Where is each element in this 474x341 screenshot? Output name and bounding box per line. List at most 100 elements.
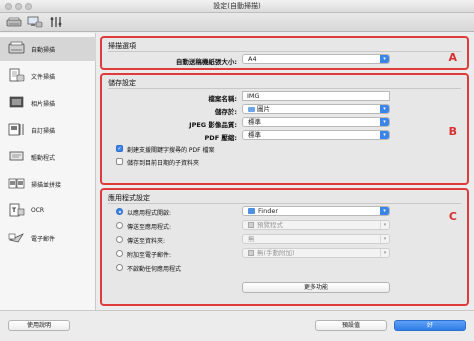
send-to-folder-radio[interactable]	[116, 236, 123, 243]
sidebar-item-photo-scan[interactable]: 相片掃描	[0, 91, 96, 115]
scan-stitch-icon	[8, 176, 25, 191]
annotation-letter-b: B	[448, 125, 457, 138]
sidebar-item-label: OCR	[31, 207, 45, 214]
sidebar-item-label: 掃描並拼接	[31, 182, 62, 189]
photo-scan-icon	[8, 95, 25, 110]
chevron-down-icon: ▾	[380, 235, 389, 243]
attach-email-value: 無(手動附加)	[257, 249, 295, 257]
sidebar-item-auto-scan[interactable]: 自動掃描	[0, 37, 96, 61]
sidebar-item-custom-scan[interactable]: 自訂掃描	[0, 118, 96, 142]
attach-email-select[interactable]: 無(手動附加) ▾	[242, 248, 390, 258]
keyword-pdf-checkbox[interactable]: ✓	[116, 145, 123, 152]
scanner-icon[interactable]	[6, 15, 22, 29]
open-with-select[interactable]: Finder ▾	[242, 206, 390, 216]
computer-scanner-icon[interactable]	[27, 15, 43, 29]
date-subfolder-checkbox[interactable]	[116, 158, 123, 165]
send-to-folder-value: 無	[248, 235, 255, 243]
send-to-folder-select[interactable]: 無 ▾	[242, 234, 390, 244]
sidebar-item-label: 自訂掃描	[31, 128, 56, 135]
attach-email-radio[interactable]	[116, 250, 123, 257]
app-settings-title: 應用程式設定	[108, 194, 150, 202]
document-scan-icon	[8, 68, 25, 83]
email-icon	[8, 230, 25, 245]
jpeg-quality-label: JPEG 影像品質:	[189, 121, 237, 129]
paper-size-label: 自動送稿機紙張大小:	[175, 58, 237, 66]
more-functions-button[interactable]: 更多功能	[242, 282, 390, 293]
chevron-down-icon: ▾	[380, 221, 389, 229]
sidebar-item-label: 電子郵件	[31, 236, 56, 243]
sidebar-item-ocr[interactable]: T OCR	[0, 199, 96, 223]
file-name-value: IMG	[247, 92, 260, 100]
auto-scan-icon	[8, 41, 25, 56]
date-subfolder-label: 儲存到目前日期的子資料夾	[127, 160, 200, 167]
send-to-app-label: 傳送至應用程式:	[127, 224, 172, 231]
pdf-compression-label: PDF 壓縮:	[204, 134, 237, 142]
minimize-window-button[interactable]	[15, 3, 22, 10]
window-title: 設定(自動掃描)	[213, 2, 261, 10]
sidebar-item-label: 驅動程式	[31, 155, 56, 162]
scan-options-panel: 掃描選項 自動送稿機紙張大小: A4 ▾ A	[100, 36, 469, 70]
attach-email-label: 附加至電子郵件:	[127, 252, 172, 259]
close-window-button[interactable]	[5, 3, 12, 10]
pdf-compression-value: 標準	[248, 131, 261, 139]
pdf-compression-select[interactable]: 標準 ▾	[242, 130, 390, 140]
paper-size-value: A4	[248, 55, 257, 63]
toolbar	[0, 13, 474, 32]
sidebar-item-scan-stitch[interactable]: 掃描並拼接	[0, 172, 96, 196]
ocr-icon: T	[8, 203, 25, 218]
no-app-radio[interactable]	[116, 264, 123, 271]
tools-icon[interactable]	[48, 15, 64, 29]
email-app-icon	[248, 250, 254, 256]
sidebar-item-driver[interactable]: 驅動程式	[0, 145, 96, 169]
divider	[108, 203, 461, 204]
jpeg-quality-select[interactable]: 標準 ▾	[242, 117, 390, 127]
annotation-letter-a: A	[448, 51, 457, 64]
save-settings-panel: 儲存設定 檔案名稱: IMG 儲存於: 圖片 ▾ JPEG 影像品質: 標準 ▾…	[100, 73, 469, 185]
send-to-folder-label: 傳送至資料夾:	[127, 238, 166, 245]
scan-options-title: 掃描選項	[108, 42, 136, 50]
chevron-down-icon: ▾	[380, 207, 389, 215]
save-in-value: 圖片	[257, 105, 270, 113]
help-button[interactable]: 使用說明	[8, 320, 70, 331]
paper-size-select[interactable]: A4 ▾	[242, 54, 390, 64]
chevron-down-icon: ▾	[380, 55, 389, 63]
ok-button[interactable]: 好	[394, 320, 466, 331]
sidebar-item-email[interactable]: 電子郵件	[0, 226, 96, 250]
send-to-app-value: 預覽程式	[257, 221, 283, 229]
zoom-window-button[interactable]	[25, 3, 32, 10]
open-with-label: 以應用程式開啟:	[127, 210, 172, 217]
sidebar: 自動掃描 文件掃描 相片掃描 自訂掃描 驅動程式 掃描並拼接 T OCR 電子郵…	[0, 33, 96, 310]
save-settings-title: 儲存設定	[108, 79, 136, 87]
sidebar-item-label: 文件掃描	[31, 74, 56, 81]
driver-icon	[8, 149, 25, 164]
custom-scan-icon	[8, 122, 25, 137]
chevron-down-icon: ▾	[380, 131, 389, 139]
jpeg-quality-value: 標準	[248, 118, 261, 126]
chevron-down-icon: ▾	[380, 249, 389, 257]
save-in-select[interactable]: 圖片 ▾	[242, 104, 390, 114]
divider	[108, 51, 461, 52]
send-to-app-radio[interactable]	[116, 222, 123, 229]
send-to-app-select[interactable]: 預覽程式 ▾	[242, 220, 390, 230]
divider	[108, 88, 461, 89]
chevron-down-icon: ▾	[380, 105, 389, 113]
title-bar: 設定(自動掃描)	[0, 0, 474, 13]
open-with-radio[interactable]	[116, 208, 123, 215]
annotation-letter-c: C	[448, 210, 457, 223]
sidebar-item-document-scan[interactable]: 文件掃描	[0, 64, 96, 88]
keyword-pdf-label: 創建支援關鍵字搜尋的 PDF 檔案	[127, 147, 215, 154]
save-in-label: 儲存於:	[214, 108, 237, 116]
finder-icon	[248, 208, 255, 214]
defaults-button[interactable]: 預設值	[315, 320, 387, 331]
chevron-down-icon: ▾	[380, 118, 389, 126]
app-settings-panel: 應用程式設定 以應用程式開啟: Finder ▾ 傳送至應用程式: 預覽程式 ▾…	[100, 188, 469, 306]
bottom-bar: 使用說明 預設值 好	[0, 310, 474, 341]
preview-app-icon	[248, 222, 254, 228]
file-name-label: 檔案名稱:	[208, 95, 237, 103]
sidebar-item-label: 相片掃描	[31, 101, 56, 108]
folder-icon	[248, 106, 255, 112]
file-name-field[interactable]: IMG	[242, 91, 390, 101]
open-with-value: Finder	[258, 207, 278, 215]
sidebar-item-label: 自動掃描	[31, 47, 56, 54]
no-app-label: 不啟動任何應用程式	[127, 266, 182, 273]
